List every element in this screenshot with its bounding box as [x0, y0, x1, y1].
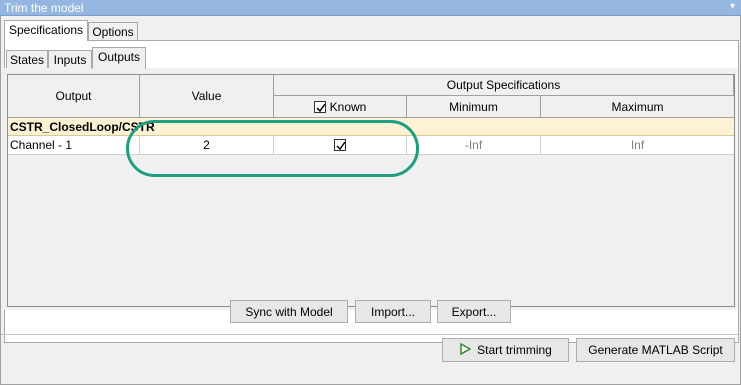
- cell-known[interactable]: [274, 136, 407, 155]
- header-minimum-label: Minimum: [449, 99, 498, 114]
- tab-options[interactable]: Options: [88, 22, 138, 41]
- cell-output-text: Channel - 1: [10, 138, 73, 152]
- subtab-outputs-label: Outputs: [97, 50, 141, 64]
- cell-value[interactable]: 2: [140, 136, 274, 155]
- import-button[interactable]: Import...: [355, 300, 431, 323]
- header-maximum: Maximum: [541, 96, 734, 118]
- group-row[interactable]: CSTR_ClosedLoop/CSTR: [8, 118, 734, 136]
- import-label: Import...: [370, 304, 415, 319]
- cell-maximum-text: Inf: [630, 138, 645, 152]
- cell-output[interactable]: Channel - 1: [8, 136, 140, 155]
- header-group-label: Output Specifications: [446, 78, 561, 92]
- tab-specifications[interactable]: Specifications: [4, 20, 88, 41]
- export-label: Export...: [451, 304, 497, 319]
- start-trimming-button[interactable]: Start trimming: [442, 338, 569, 362]
- header-known-label: Known: [329, 99, 367, 114]
- subtab-inputs[interactable]: Inputs: [48, 50, 92, 69]
- known-header-checkbox[interactable]: [313, 100, 326, 113]
- collapse-arrow-icon[interactable]: ▾: [730, 1, 735, 12]
- checkmark-icon: [336, 141, 346, 151]
- checkmark-icon: [316, 103, 326, 112]
- subtab-outputs[interactable]: Outputs: [92, 47, 146, 69]
- dialog-body: Specifications Options States Inputs Out…: [0, 16, 741, 385]
- generate-matlab-script-button[interactable]: Generate MATLAB Script: [576, 338, 735, 362]
- header-value-label: Value: [191, 89, 222, 103]
- header-output-label: Output: [55, 89, 92, 103]
- subtab-states[interactable]: States: [6, 50, 48, 69]
- export-button[interactable]: Export...: [437, 300, 511, 323]
- header-minimum: Minimum: [407, 96, 541, 118]
- generate-matlab-script-label: Generate MATLAB Script: [588, 343, 723, 357]
- sync-with-model-button[interactable]: Sync with Model: [230, 300, 348, 323]
- subtab-states-label: States: [9, 53, 45, 67]
- sync-with-model-label: Sync with Model: [245, 304, 333, 319]
- subtab-inputs-label: Inputs: [53, 53, 87, 67]
- tab-specifications-label: Specifications: [8, 23, 84, 37]
- start-trimming-label: Start trimming: [477, 343, 552, 357]
- group-label: CSTR_ClosedLoop/CSTR: [10, 120, 155, 134]
- window-title: Trim the model: [4, 1, 84, 15]
- known-checkbox[interactable]: [334, 139, 346, 151]
- play-icon: [459, 342, 472, 358]
- cell-minimum[interactable]: -Inf: [407, 136, 541, 155]
- cell-value-text: 2: [203, 138, 210, 152]
- header-output-specifications: Output Specifications: [274, 75, 734, 96]
- cell-maximum[interactable]: Inf: [541, 136, 734, 155]
- divider: [1, 334, 740, 335]
- output-spec-table: Output Value Output Specifications Known…: [7, 74, 735, 307]
- header-value: Value: [140, 75, 274, 118]
- cell-minimum-text: -Inf: [464, 138, 483, 152]
- header-known[interactable]: Known: [274, 96, 407, 118]
- table-row[interactable]: Channel - 1 2 -Inf Inf: [8, 136, 734, 155]
- tab-options-label: Options: [92, 25, 134, 39]
- header-output: Output: [8, 75, 140, 118]
- header-maximum-label: Maximum: [611, 99, 664, 114]
- title-bar: Trim the model ▾: [0, 0, 741, 16]
